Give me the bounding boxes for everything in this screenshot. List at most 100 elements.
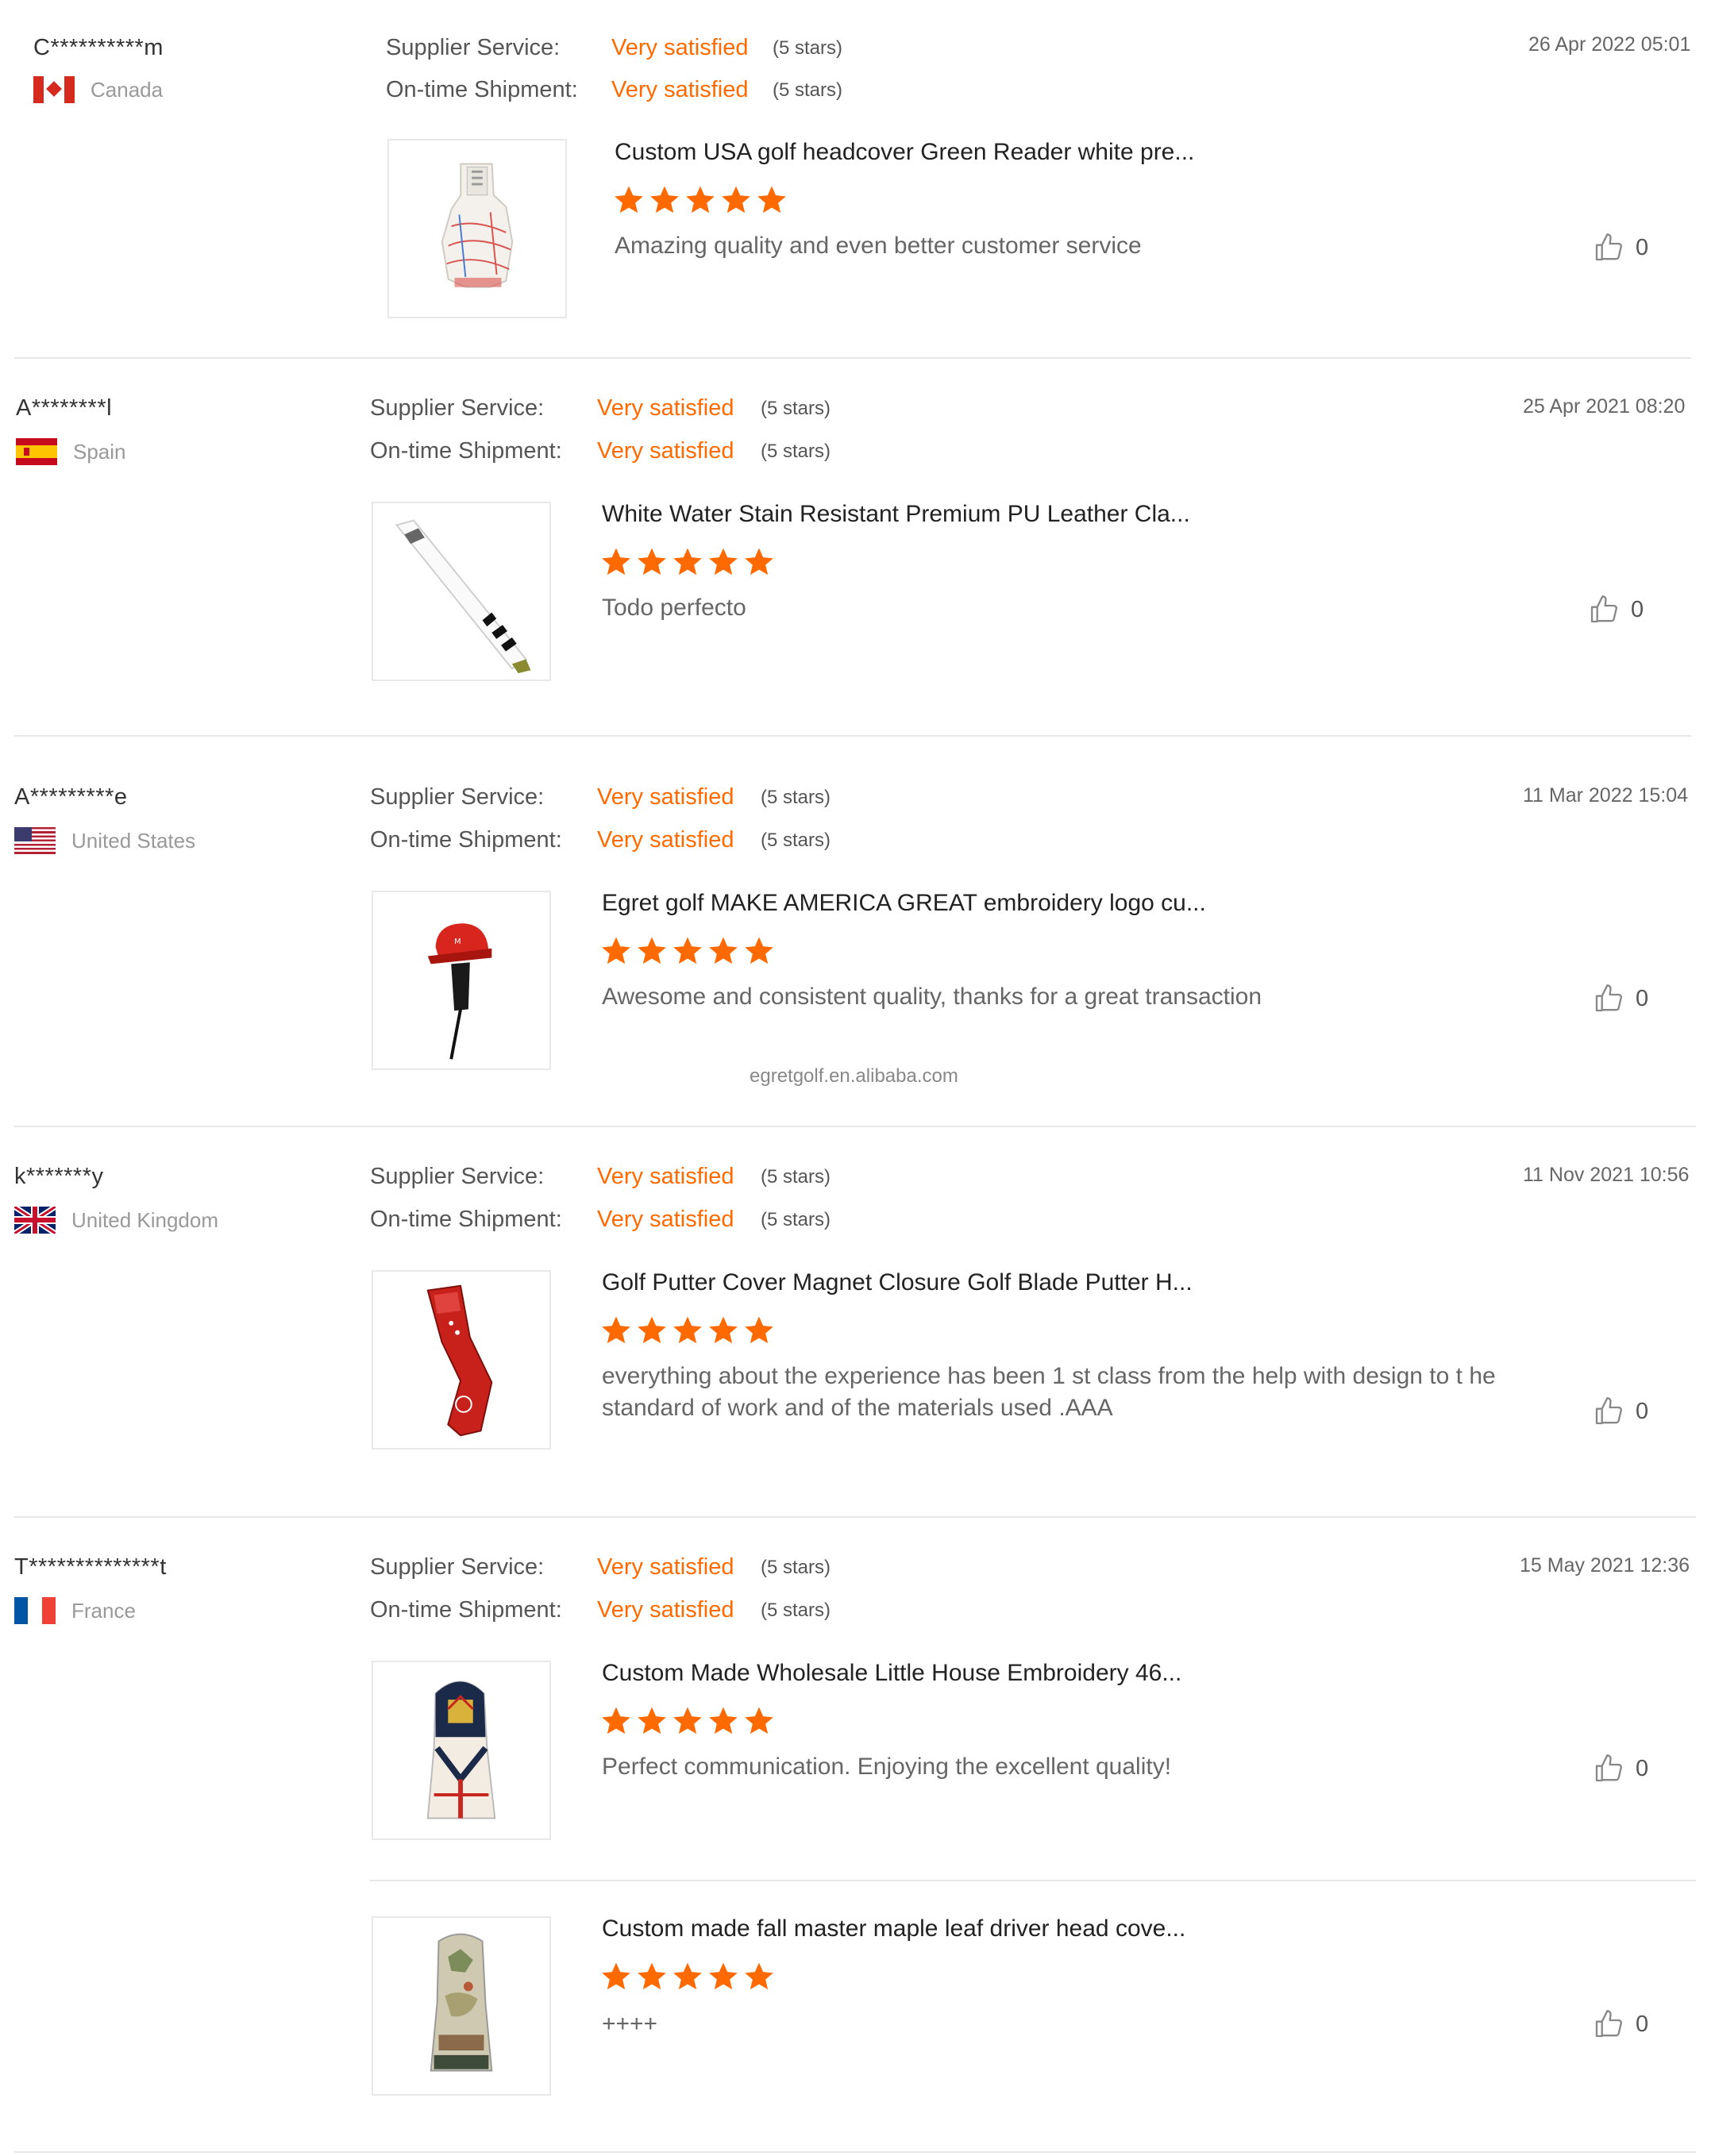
like-button[interactable]: 0 bbox=[1593, 2008, 1648, 2040]
review-date: 25 Apr 2021 08:20 bbox=[1523, 395, 1686, 418]
ontime-shipment-value: Very satisfied bbox=[597, 1207, 734, 1232]
review-divider bbox=[14, 1516, 1696, 1518]
star-icon bbox=[638, 548, 666, 576]
review-comment: ++++ bbox=[602, 2011, 658, 2037]
star-icon bbox=[602, 1707, 630, 1734]
product-title[interactable]: Egret golf MAKE AMERICA GREAT embroidery… bbox=[602, 890, 1206, 917]
canada-flag-icon bbox=[33, 76, 75, 103]
reviewer-name: C**********m bbox=[33, 35, 164, 60]
ontime-shipment-label: On-time Shipment: bbox=[370, 1597, 562, 1623]
ontime-shipment-label: On-time Shipment: bbox=[370, 827, 562, 853]
supplier-service-value: Very satisfied bbox=[597, 784, 734, 810]
reviewer-country: United States bbox=[14, 827, 195, 854]
review-comment: everything about the experience has been… bbox=[602, 1363, 1496, 1421]
red-cap-headcover-image[interactable]: M bbox=[372, 891, 551, 1070]
country-label: United Kingdom bbox=[71, 1207, 218, 1232]
star-icon bbox=[709, 548, 738, 576]
star-icon bbox=[722, 186, 750, 214]
like-button[interactable]: 0 bbox=[1593, 983, 1648, 1014]
like-count: 0 bbox=[1631, 596, 1644, 622]
product-title[interactable]: White Water Stain Resistant Premium PU L… bbox=[602, 501, 1190, 528]
reviewer-country: Canada bbox=[33, 76, 163, 103]
star-icon bbox=[709, 1316, 738, 1344]
like-button[interactable]: 0 bbox=[1593, 232, 1648, 264]
product-star-rating bbox=[600, 1315, 779, 1346]
reviewer-country: France bbox=[14, 1597, 136, 1624]
country-label: France bbox=[71, 1598, 136, 1623]
supplier-service-stars: (5 stars) bbox=[761, 398, 831, 419]
thumbs-up-icon bbox=[1595, 233, 1622, 261]
like-count: 0 bbox=[1636, 2011, 1649, 2037]
country-label: United States bbox=[71, 828, 196, 853]
star-icon bbox=[745, 1707, 773, 1734]
reviewer-name: A*********e bbox=[14, 784, 128, 810]
product-star-rating bbox=[613, 184, 792, 216]
white-club-cover-image[interactable] bbox=[372, 502, 551, 681]
review-divider bbox=[14, 1126, 1696, 1127]
star-icon bbox=[745, 1316, 773, 1344]
thumbs-up-icon bbox=[1595, 1397, 1622, 1425]
star-icon bbox=[709, 1962, 738, 1990]
little-house-headcover-image[interactable] bbox=[372, 1661, 551, 1840]
ontime-shipment-stars: (5 stars) bbox=[761, 441, 831, 462]
usa-flag-icon bbox=[14, 827, 56, 854]
like-button[interactable]: 0 bbox=[1593, 1396, 1648, 1427]
review-date: 11 Nov 2021 10:56 bbox=[1523, 1164, 1690, 1186]
product-star-rating bbox=[600, 935, 779, 967]
star-icon bbox=[638, 937, 666, 964]
ontime-shipment-label: On-time Shipment: bbox=[370, 1207, 562, 1232]
star-icon bbox=[673, 1316, 702, 1344]
like-button[interactable]: 0 bbox=[1588, 594, 1644, 626]
review-divider bbox=[14, 357, 1691, 359]
supplier-service-stars: (5 stars) bbox=[773, 37, 843, 59]
star-icon bbox=[673, 937, 702, 964]
star-icon bbox=[745, 548, 773, 576]
supplier-service-stars: (5 stars) bbox=[761, 787, 831, 808]
star-icon bbox=[709, 937, 738, 964]
star-icon bbox=[673, 548, 702, 576]
reviewer-country: United Kingdom bbox=[14, 1207, 218, 1234]
thumbs-up-icon bbox=[1595, 1754, 1622, 1782]
product-title[interactable]: Custom made fall master maple leaf drive… bbox=[602, 1915, 1185, 1942]
star-icon bbox=[638, 1316, 666, 1344]
product-title[interactable]: Golf Putter Cover Magnet Closure Golf Bl… bbox=[602, 1269, 1193, 1296]
like-count: 0 bbox=[1636, 985, 1649, 1011]
ontime-shipment-stars: (5 stars) bbox=[761, 1209, 831, 1230]
red-putter-cover-image[interactable] bbox=[372, 1270, 551, 1450]
review-divider bbox=[14, 2151, 1696, 2153]
star-icon bbox=[686, 186, 715, 214]
uk-flag-icon bbox=[14, 1207, 56, 1234]
star-icon bbox=[650, 186, 679, 214]
maple-leaf-headcover-image[interactable] bbox=[372, 1916, 551, 2096]
product-title[interactable]: Custom USA golf headcover Green Reader w… bbox=[615, 139, 1194, 166]
reviewer-country: Spain bbox=[16, 438, 126, 465]
star-icon bbox=[673, 1962, 702, 1990]
star-icon bbox=[757, 186, 786, 214]
star-icon bbox=[602, 1962, 630, 1990]
review-divider bbox=[14, 735, 1691, 737]
reviewer-name: A********l bbox=[16, 395, 113, 421]
thumbs-up-icon bbox=[1595, 2010, 1622, 2038]
reviewer-name: k*******y bbox=[14, 1164, 104, 1189]
like-count: 0 bbox=[1636, 1398, 1649, 1424]
supplier-service-value: Very satisfied bbox=[597, 1554, 734, 1580]
star-icon bbox=[745, 937, 773, 964]
thumbs-up-icon bbox=[1595, 984, 1622, 1012]
ontime-shipment-stars: (5 stars) bbox=[761, 1600, 831, 1621]
supplier-service-stars: (5 stars) bbox=[761, 1557, 831, 1578]
like-button[interactable]: 0 bbox=[1593, 1753, 1648, 1784]
supplier-service-label: Supplier Service: bbox=[386, 35, 561, 60]
star-icon bbox=[602, 548, 630, 576]
thumbs-up-icon bbox=[1590, 595, 1617, 623]
green-reader-headcover-image[interactable] bbox=[387, 139, 567, 318]
star-icon bbox=[638, 1962, 666, 1990]
product-title[interactable]: Custom Made Wholesale Little House Embro… bbox=[602, 1660, 1181, 1687]
ontime-shipment-value: Very satisfied bbox=[597, 438, 734, 464]
review-comment: Amazing quality and even better customer… bbox=[615, 233, 1142, 259]
review-date: 26 Apr 2022 05:01 bbox=[1528, 33, 1691, 56]
ontime-shipment-label: On-time Shipment: bbox=[386, 77, 578, 102]
product-divider bbox=[370, 1880, 1696, 1881]
review-comment: Awesome and consistent quality, thanks f… bbox=[602, 984, 1262, 1010]
ontime-shipment-value: Very satisfied bbox=[597, 827, 734, 853]
product-star-rating bbox=[600, 546, 779, 578]
